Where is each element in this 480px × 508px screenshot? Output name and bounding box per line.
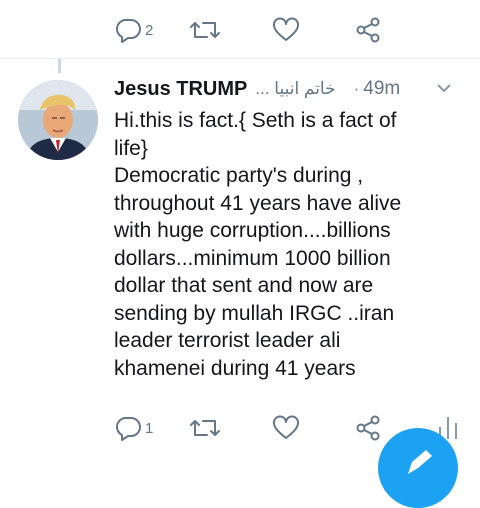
author-name[interactable]: Jesus TRUMP	[114, 78, 247, 101]
tweet-text-line: throughout 41 years have alive	[114, 191, 402, 215]
compose-button[interactable]	[378, 428, 458, 508]
tweet-header: Jesus TRUMP خاتم انبیا ... · 49m	[114, 74, 464, 104]
reply-button[interactable]: 1	[114, 408, 153, 448]
previous-tweet-actions: 2	[0, 10, 480, 50]
tweet-text: Hi.this is fact.{ Seth is a fact of life}…	[114, 107, 474, 382]
like-button[interactable]	[272, 408, 300, 448]
tweet-text-line: Hi.this is fact.{ Seth is a fact of	[114, 109, 397, 132]
retweet-icon	[188, 415, 222, 441]
share-button[interactable]	[354, 10, 382, 50]
tweet-text-line: sending by mullah IRGC ..iran	[114, 301, 395, 325]
tweet-divider	[0, 58, 480, 59]
tweet-text-line: life}	[114, 136, 148, 160]
reply-count: 1	[145, 419, 154, 437]
tweet-text-line: dollars...minimum 1000 billion	[114, 246, 391, 270]
like-button[interactable]	[272, 10, 300, 50]
chevron-down-icon	[434, 84, 454, 102]
tweet-text-line: Democratic party's during ,	[114, 164, 364, 187]
thread-line	[58, 59, 61, 73]
author-handle[interactable]: خاتم انبیا ...	[255, 79, 335, 99]
tweet-text-line: dollar that sent and now are	[114, 274, 374, 297]
reply-icon	[114, 415, 142, 441]
share-icon	[354, 414, 382, 442]
retweet-button[interactable]	[188, 10, 222, 50]
tweet-time[interactable]: 49m	[363, 78, 400, 100]
heart-icon	[272, 415, 300, 441]
retweet-button[interactable]	[188, 408, 222, 448]
separator: ·	[353, 79, 360, 98]
avatar[interactable]	[18, 80, 98, 160]
more-options-button[interactable]	[434, 78, 454, 103]
reply-icon	[114, 17, 142, 43]
reply-button[interactable]: 2	[114, 10, 153, 50]
share-icon	[354, 16, 382, 44]
tweet-text-line: khamenei during 41 years	[114, 356, 356, 380]
tweet-text-line: leader terrorist leader ali	[114, 329, 341, 352]
retweet-icon	[188, 17, 222, 43]
heart-icon	[272, 17, 300, 43]
reply-count: 2	[145, 21, 154, 39]
tweet-text-line: with huge corruption....billions	[114, 219, 391, 242]
share-button[interactable]	[354, 408, 382, 448]
